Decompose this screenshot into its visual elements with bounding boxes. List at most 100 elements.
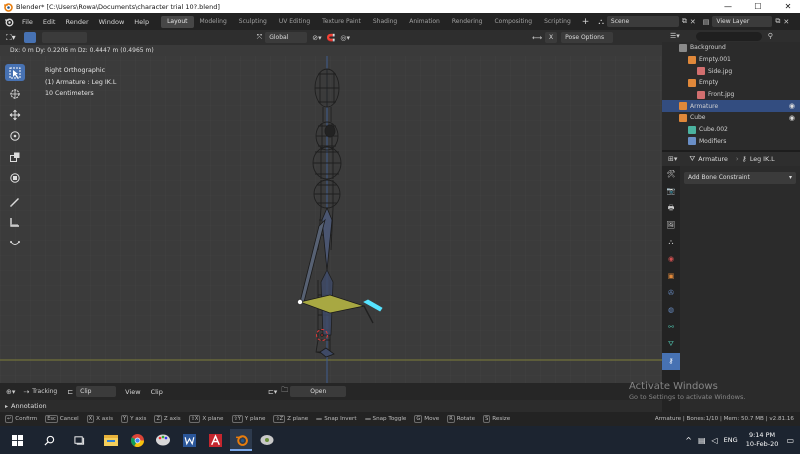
- tab-animation[interactable]: Animation: [403, 16, 446, 28]
- properties-type-icon[interactable]: ⊞▾: [668, 155, 677, 163]
- outliner-search-field[interactable]: [695, 31, 762, 41]
- prop-tab-bone-constraints-icon[interactable]: ⚷: [662, 353, 680, 370]
- prop-tab-render-icon[interactable]: 📷: [662, 183, 680, 200]
- add-bone-constraint-dropdown[interactable]: Add Bone Constraint ▾: [684, 172, 796, 184]
- select-tool[interactable]: [5, 64, 25, 81]
- tab-uv-editing[interactable]: UV Editing: [273, 16, 316, 28]
- scene-copy-icon[interactable]: ⧉: [682, 17, 687, 26]
- view-layer-selector[interactable]: View Layer: [712, 16, 773, 27]
- mirror-x-toggle[interactable]: X: [545, 32, 558, 43]
- outliner-row[interactable]: Front.jpg: [662, 89, 800, 101]
- prop-tab-world-icon[interactable]: ◉: [662, 251, 680, 268]
- prop-tab-modifiers-icon[interactable]: ✇: [662, 285, 680, 302]
- clip-editor-type-icon[interactable]: ⊕▾: [6, 388, 15, 396]
- view-layer-close-icon[interactable]: ✕: [783, 18, 789, 26]
- menu-view[interactable]: View: [120, 388, 145, 396]
- outliner-type-icon[interactable]: ☰▾: [670, 32, 680, 40]
- prop-tab-output-icon[interactable]: 🖶: [662, 200, 680, 217]
- menu-window[interactable]: Window: [94, 18, 130, 26]
- tab-layout[interactable]: Layout: [161, 15, 194, 28]
- file-explorer-icon[interactable]: [100, 429, 122, 451]
- proportional-icon[interactable]: ◎▾: [340, 34, 350, 42]
- network-icon[interactable]: ▤: [698, 436, 706, 445]
- filter-icon[interactable]: ⚲: [768, 32, 773, 40]
- clock[interactable]: 9:14 PM 10-Feb-20: [746, 431, 779, 449]
- notifications-icon[interactable]: ▭: [786, 436, 794, 445]
- clip-dropdown-icon[interactable]: ⊏: [67, 388, 73, 396]
- menu-clip[interactable]: Clip: [146, 388, 168, 396]
- transform-orientation-dropdown[interactable]: Global: [265, 32, 308, 43]
- scene-close-icon[interactable]: ✕: [690, 18, 696, 26]
- prop-tab-object-icon[interactable]: ▣: [662, 268, 680, 285]
- maximize-button[interactable]: ☐: [746, 2, 770, 11]
- visibility-eye-icon[interactable]: ◉: [789, 102, 795, 110]
- search-icon[interactable]: [38, 429, 60, 451]
- prop-tab-data-icon[interactable]: ⛛: [662, 336, 680, 353]
- start-windows-icon[interactable]: [6, 429, 28, 451]
- menu-file[interactable]: File: [17, 18, 38, 26]
- prop-tab-constraints-icon[interactable]: ⚯: [662, 319, 680, 336]
- close-button[interactable]: ✕: [776, 2, 800, 11]
- select-modes-icon[interactable]: [41, 32, 87, 43]
- volume-icon[interactable]: ◁: [712, 436, 718, 445]
- blender-taskbar-icon[interactable]: [230, 429, 252, 451]
- add-workspace-button[interactable]: +: [577, 17, 595, 27]
- annotation-panel[interactable]: ▸ Annotation: [0, 400, 662, 412]
- transform-tool[interactable]: [5, 169, 25, 186]
- prop-tab-view-layer-icon[interactable]: 🖼: [662, 217, 680, 234]
- menu-help[interactable]: Help: [129, 18, 154, 26]
- word-icon[interactable]: [178, 429, 200, 451]
- view-layer-icon[interactable]: ▤: [703, 18, 710, 26]
- prop-tab-scene-icon[interactable]: ⛬: [662, 234, 680, 251]
- pose-options-dropdown[interactable]: Pose Options: [561, 32, 614, 43]
- system-settings-app-icon[interactable]: [256, 429, 278, 451]
- cursor-tool[interactable]: [5, 85, 25, 102]
- scene-icon[interactable]: ⛬: [598, 17, 604, 27]
- tab-scripting[interactable]: Scripting: [538, 16, 577, 28]
- tab-texture-paint[interactable]: Texture Paint: [316, 16, 367, 28]
- move-tool[interactable]: [5, 106, 25, 123]
- tracking-mode-icon[interactable]: ⇢: [23, 388, 29, 396]
- open-clip-button[interactable]: Open: [290, 386, 347, 397]
- mirror-icon[interactable]: ⟷: [532, 34, 542, 42]
- editor-type-icon[interactable]: ⛶▾: [6, 33, 16, 43]
- select-box-mode-icon[interactable]: [23, 32, 36, 43]
- outliner-row[interactable]: Empty: [662, 77, 800, 89]
- autocad-icon[interactable]: [204, 429, 226, 451]
- menu-edit[interactable]: Edit: [38, 18, 61, 26]
- pivot-icon[interactable]: ⊘▾: [312, 34, 321, 42]
- outliner-row[interactable]: Modifiers: [662, 136, 800, 148]
- task-view-icon[interactable]: [68, 429, 90, 451]
- outliner-row[interactable]: Side.jpg: [662, 65, 800, 77]
- tab-rendering[interactable]: Rendering: [446, 16, 489, 28]
- chevron-right-icon[interactable]: ▸: [5, 403, 8, 410]
- tracking-mode-dropdown[interactable]: Tracking: [32, 388, 57, 395]
- extra-tool[interactable]: [5, 234, 25, 251]
- prop-tab-tool-icon[interactable]: 🛠: [662, 166, 680, 183]
- folder-icon[interactable]: 🗀: [281, 386, 288, 397]
- tab-sculpting[interactable]: Sculpting: [233, 16, 273, 28]
- language-indicator[interactable]: ENG: [724, 436, 738, 444]
- outliner-row[interactable]: Armature ◉: [662, 100, 800, 113]
- outliner-row[interactable]: Background: [662, 42, 800, 54]
- prop-tab-physics-icon[interactable]: ◍: [662, 302, 680, 319]
- 3d-viewport[interactable]: ⛶▾ ⤧ Global ⊘▾ 🧲 ◎▾ ⟷ X Pose Options Dx:…: [0, 30, 662, 383]
- annotate-tool[interactable]: [5, 192, 25, 209]
- scale-tool[interactable]: [5, 148, 25, 165]
- tab-compositing[interactable]: Compositing: [488, 16, 538, 28]
- blender-menu-icon[interactable]: [4, 17, 14, 27]
- visibility-eye-icon[interactable]: ◉: [789, 114, 795, 122]
- clip-view-dropdown[interactable]: Clip: [76, 386, 117, 397]
- outliner-row[interactable]: Cube.002: [662, 124, 800, 136]
- chrome-icon[interactable]: [126, 429, 148, 451]
- measure-tool[interactable]: [5, 213, 25, 230]
- tab-modeling[interactable]: Modeling: [194, 16, 233, 28]
- menu-render[interactable]: Render: [60, 18, 93, 26]
- chevron-up-icon[interactable]: ^: [685, 436, 692, 445]
- minimize-button[interactable]: —: [716, 2, 740, 11]
- clip-browse-icon[interactable]: ⊏▾: [268, 388, 277, 396]
- outliner-row[interactable]: Empty.001: [662, 54, 800, 66]
- rotate-tool[interactable]: [5, 127, 25, 144]
- orientation-icon[interactable]: ⤧: [257, 33, 263, 42]
- view-layer-copy-icon[interactable]: ⧉: [775, 17, 780, 26]
